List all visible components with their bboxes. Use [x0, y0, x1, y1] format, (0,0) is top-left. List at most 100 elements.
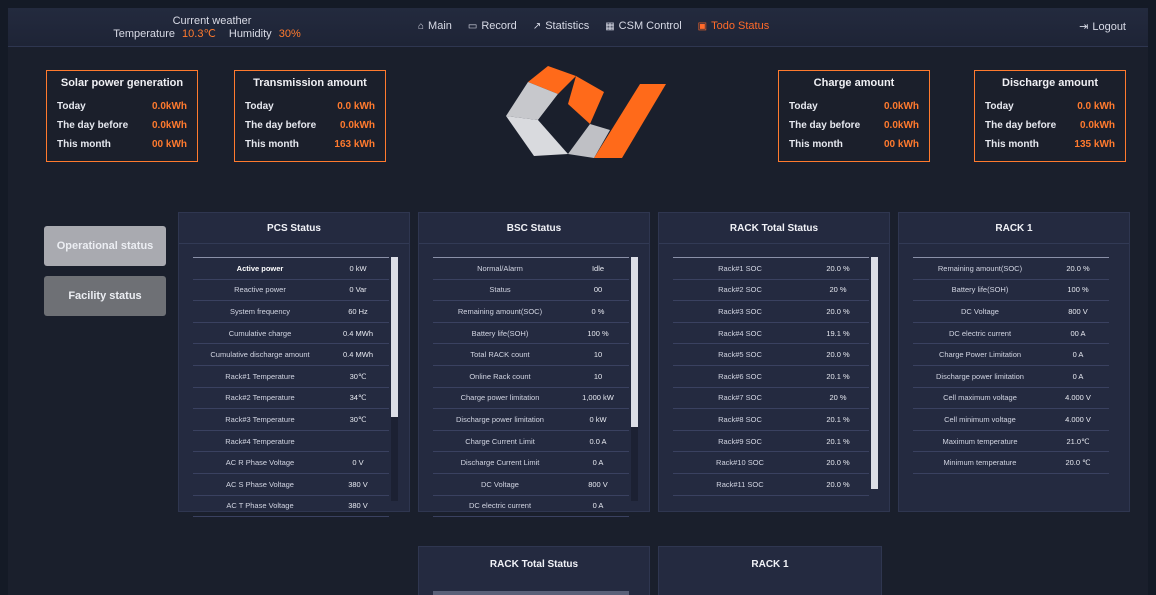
row-label: Today — [57, 101, 86, 112]
row-label: Normal/Alarm — [477, 263, 523, 273]
row-label: Rack#11 SOC — [716, 479, 764, 489]
table-row: Rack#1 Temperature 30℃ — [193, 366, 389, 388]
humidity-label: Humidity — [228, 28, 272, 40]
logout-button[interactable]: ⇥ Logout — [1079, 20, 1126, 34]
scrollbar[interactable] — [871, 257, 878, 489]
humidity-value: 30% — [278, 28, 301, 40]
card-row: The day before 0.0kWh — [975, 116, 1125, 135]
table-row: System frequency 60 Hz — [193, 301, 389, 323]
table-row: Discharge power limitation 0 A — [913, 366, 1109, 388]
row-label: Rack#4 Temperature — [225, 436, 295, 446]
row-value: 0.0kWh — [151, 101, 187, 112]
row-label: DC Voltage — [481, 479, 519, 489]
row-label: DC Voltage — [961, 306, 999, 316]
row-value: 380 V — [348, 479, 368, 489]
panel-table-edge — [433, 591, 629, 595]
scrollbar[interactable] — [391, 257, 398, 501]
row-value: 0 A — [1072, 350, 1084, 360]
row-label: Discharge power limitation — [936, 371, 1024, 381]
row-value: 20.1 % — [826, 436, 850, 446]
row-label: Cell maximum voltage — [943, 393, 1017, 403]
panel-title: PCS Status — [179, 213, 409, 244]
row-value: 34℃ — [349, 393, 367, 403]
row-label: Rack#2 SOC — [718, 285, 762, 295]
row-value: 0.0 kWh — [337, 101, 375, 112]
row-value: 0.0 A — [589, 436, 607, 446]
card-row: Today 0.0 kWh — [235, 97, 385, 116]
nav-statistics-label: Statistics — [545, 20, 590, 32]
row-value: 20.0 ℃ — [1065, 458, 1091, 468]
row-label: Rack#5 SOC — [718, 350, 762, 360]
table-row: DC electric current 0 A — [433, 496, 629, 518]
table-row: Remaining amount(SOC) 0 % — [433, 301, 629, 323]
row-label: Rack#9 SOC — [718, 436, 762, 446]
card-row: This month 00 kWh — [47, 135, 197, 154]
row-label: Minimum temperature — [943, 458, 1017, 468]
row-label: Status — [489, 285, 511, 295]
row-value: 20.0 % — [826, 350, 850, 360]
nav-statistics[interactable]: ↗ Statistics — [533, 20, 589, 32]
grid-icon: ▦ — [605, 20, 615, 32]
row-value: 00 A — [1070, 328, 1086, 338]
row-value: 20 % — [829, 285, 847, 295]
scrollbar-thumb[interactable] — [871, 257, 878, 489]
nav-record[interactable]: ▭ Record — [468, 20, 517, 32]
row-value: 1,000 kW — [582, 393, 614, 403]
operational-status-button[interactable]: Operational status — [44, 226, 166, 266]
table-row: Discharge Current Limit 0 A — [433, 452, 629, 474]
table-row: Reactive power 0 Var — [193, 280, 389, 302]
scrollbar-thumb[interactable] — [391, 257, 398, 417]
weather-readings: Temperature 10.3℃ Humidity 30% — [113, 28, 311, 40]
row-label: This month — [57, 139, 111, 150]
table-row: Rack#4 Temperature — [193, 431, 389, 453]
scrollbar-thumb[interactable] — [631, 257, 638, 427]
row-value: 0.4 MWh — [342, 328, 373, 338]
row-value: 00 kWh — [151, 139, 187, 150]
table-row: Cell minimum voltage 4.000 V — [913, 409, 1109, 431]
row-value: 0.0kWh — [1079, 120, 1115, 131]
facility-status-button[interactable]: Facility status — [44, 276, 166, 316]
row-label: Cell minimum voltage — [944, 414, 1016, 424]
row-label: Rack#4 SOC — [718, 328, 762, 338]
weather-title: Current weather — [172, 15, 252, 27]
row-label: Active power — [236, 263, 284, 273]
row-label: This month — [789, 139, 843, 150]
weather-widget: Current weather Temperature 10.3℃ Humidi… — [102, 15, 322, 41]
row-label: AC T Phase Voltage — [226, 501, 294, 511]
table-row: Maximum temperature 21.0℃ — [913, 431, 1109, 453]
table-row: Rack#11 SOC 20.0 % — [673, 474, 869, 496]
table-row: Charge power limitation 1,000 kW — [433, 388, 629, 410]
nav-csm-control[interactable]: ▦ CSM Control — [605, 20, 681, 32]
row-label: The day before — [57, 120, 129, 131]
logout-icon: ⇥ — [1079, 21, 1089, 33]
table-row: Charge Current Limit 0.0 A — [433, 431, 629, 453]
table-row: Rack#1 SOC 20.0 % — [673, 258, 869, 280]
row-label: This month — [985, 139, 1039, 150]
nav-todo-status[interactable]: ▣ Todo Status — [698, 20, 770, 32]
table-row: Remaining amount(SOC) 20.0 % — [913, 258, 1109, 280]
nav-main[interactable]: ⌂ Main — [418, 20, 452, 32]
charge-card: Charge amount Today 0.0kWh The day before… — [778, 70, 930, 162]
row-value: 380 V — [348, 501, 368, 511]
card-row: Today 0.0kWh — [779, 97, 929, 116]
table-row: Minimum temperature 20.0 ℃ — [913, 452, 1109, 474]
row-value: 20.0 % — [826, 306, 850, 316]
row-value: 0 kW — [349, 263, 367, 273]
table-row: Normal/Alarm Idle — [433, 258, 629, 280]
card-title: Discharge amount — [1002, 77, 1098, 89]
row-value: 00 — [593, 285, 603, 295]
row-label: Remaining amount(SOC) — [457, 306, 543, 316]
card-row: Today 0.0 kWh — [975, 97, 1125, 116]
row-value: 0.0kWh — [883, 120, 919, 131]
home-icon: ⌂ — [418, 20, 425, 32]
row-label: Rack#6 SOC — [718, 371, 762, 381]
row-value: 800 V — [1068, 306, 1088, 316]
table-row: Rack#8 SOC 20.1 % — [673, 409, 869, 431]
row-label: Rack#10 SOC — [716, 458, 764, 468]
row-value: 0 % — [591, 306, 605, 316]
table-row: Battery life(SOH) 100 % — [913, 280, 1109, 302]
temperature-value: 10.3℃ — [182, 28, 216, 40]
scrollbar[interactable] — [631, 257, 638, 501]
card-title: Solar power generation — [60, 77, 184, 89]
panel-title: RACK Total Status — [659, 213, 889, 244]
